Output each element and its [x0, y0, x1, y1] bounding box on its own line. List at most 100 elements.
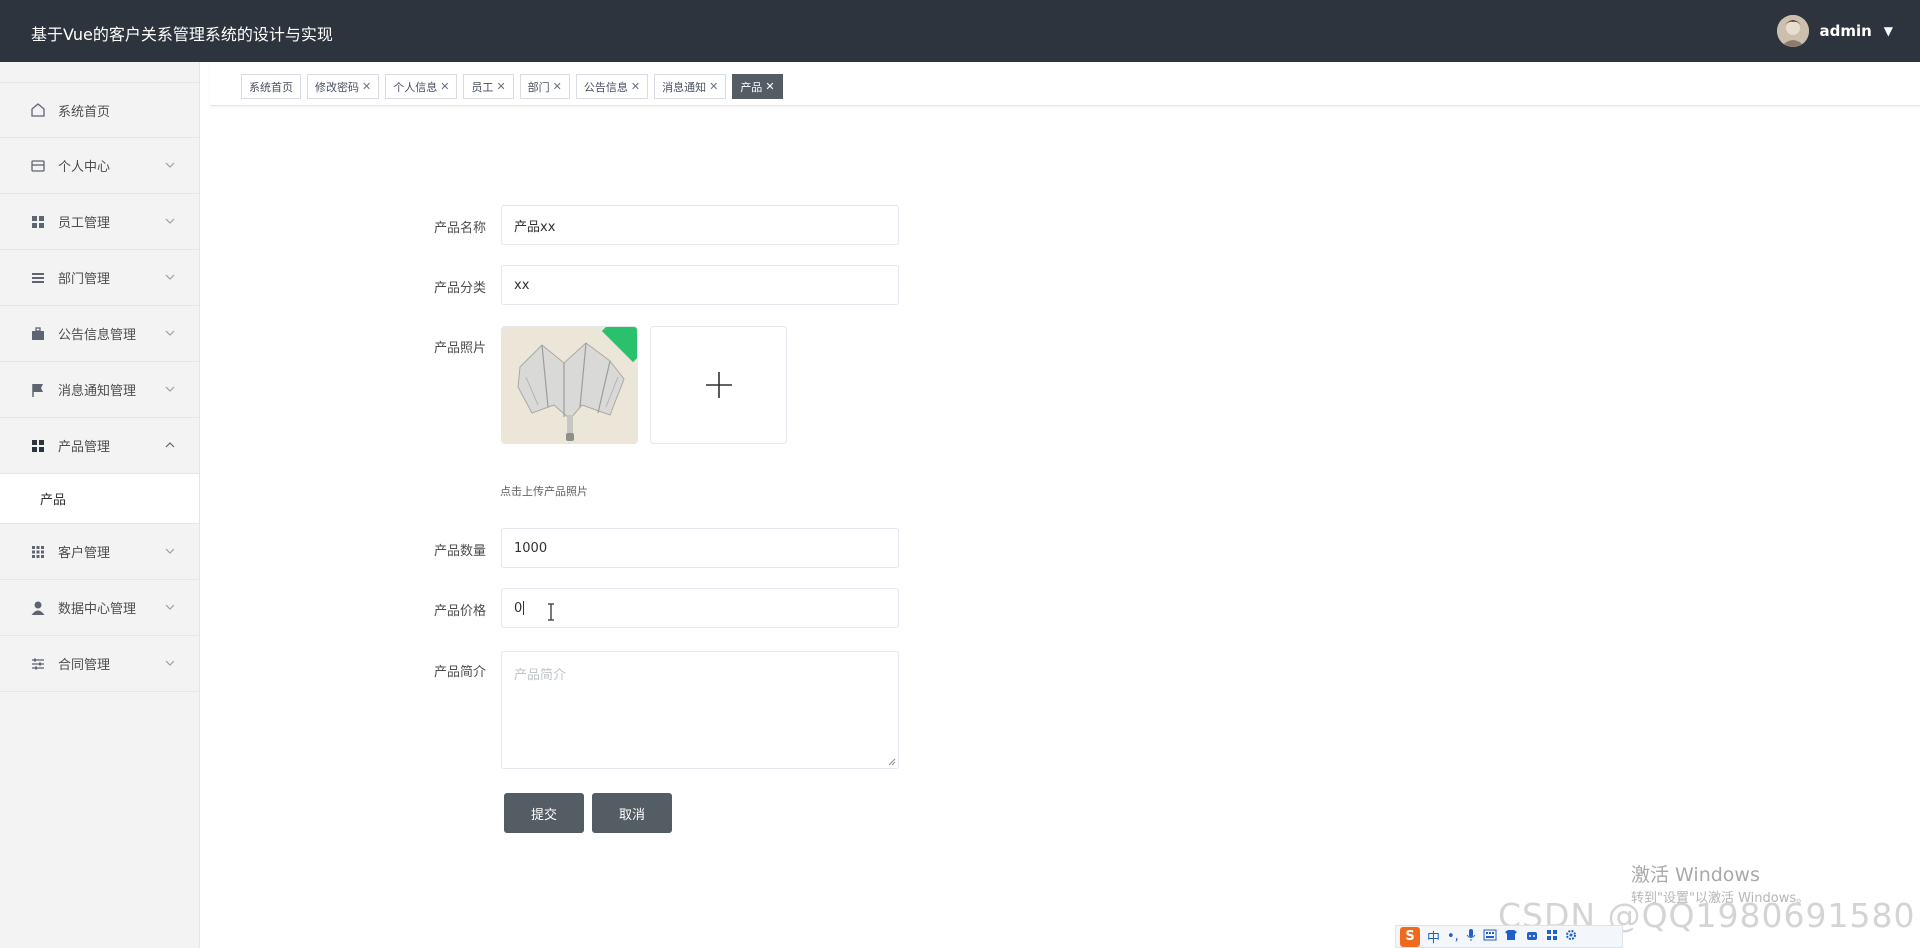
sidebar-item-message-management[interactable]: 消息通知管理 [0, 362, 199, 418]
flag-icon [30, 382, 46, 398]
close-icon[interactable]: ✕ [765, 80, 774, 93]
sidebar-item-label: 合同管理 [58, 658, 111, 673]
product-name-value: 产品xx [514, 219, 556, 235]
sidebar-item-label: 产品管理 [58, 440, 111, 455]
sidebar-item-product-management[interactable]: 产品管理 [0, 418, 199, 474]
close-icon[interactable]: ✕ [553, 80, 562, 93]
home-icon [30, 102, 46, 118]
sidebar-item-label: 客户管理 [58, 546, 111, 561]
tab-label: 公告信息 [583, 80, 628, 94]
list-icon [30, 270, 46, 286]
sidebar-item-announcement-management[interactable]: 公告信息管理 [0, 306, 199, 362]
user-menu[interactable]: admin ▼ [1777, 15, 1893, 47]
skin-icon[interactable] [1504, 929, 1518, 945]
ime-toolbar[interactable]: S 中 •, [1395, 925, 1623, 948]
chevron-down-icon [163, 158, 177, 172]
sidebar-item-customer-management[interactable]: 客户管理 [0, 524, 199, 580]
resize-handle-icon[interactable] [888, 758, 896, 766]
app-title: 基于Vue的客户关系管理系统的设计与实现 [31, 25, 333, 44]
tab-label: 消息通知 [662, 80, 707, 94]
tab-home[interactable]: 系统首页 [241, 74, 301, 99]
tab-label: 个人信息 [393, 80, 438, 94]
tab-label: 部门 [527, 80, 550, 94]
product-quantity-value: 1000 [514, 540, 548, 556]
briefcase-icon [30, 326, 46, 342]
tab-label: 产品 [740, 80, 763, 94]
sidebar-item-label: 部门管理 [58, 272, 111, 287]
apps-icon[interactable] [1546, 929, 1558, 945]
chevron-down-icon [163, 600, 177, 614]
sidebar-subitem-label: 产品 [40, 493, 67, 508]
sliders-icon [30, 656, 46, 672]
close-icon[interactable]: ✕ [440, 80, 449, 93]
chevron-down-icon [163, 326, 177, 340]
tab-message[interactable]: 消息通知 ✕ [654, 74, 727, 99]
sidebar-item-label: 系统首页 [58, 104, 111, 120]
ime-language-toggle[interactable]: 中 [1427, 927, 1440, 946]
sidebar-item-label: 公告信息管理 [58, 328, 137, 343]
text-caret [523, 601, 525, 615]
caret-down-icon[interactable]: ▼ [1884, 24, 1893, 38]
close-icon[interactable]: ✕ [709, 80, 718, 93]
close-icon[interactable]: ✕ [496, 80, 505, 93]
tab-product[interactable]: 产品 ✕ [732, 74, 783, 99]
submit-button[interactable]: 提交 [504, 793, 584, 833]
product-category-label: 产品分类 [434, 281, 487, 296]
settings-icon[interactable] [1565, 929, 1577, 945]
sidebar-item-data-center-management[interactable]: 数据中心管理 [0, 580, 199, 636]
wallet-icon [30, 158, 46, 174]
username[interactable]: admin [1819, 22, 1871, 40]
sidebar-item-label: 数据中心管理 [58, 602, 137, 617]
tab-announcement[interactable]: 公告信息 ✕ [575, 74, 649, 99]
chevron-up-icon [163, 438, 177, 452]
product-quantity-input[interactable]: 1000 [501, 528, 899, 568]
plus-icon [705, 372, 732, 398]
product-intro-label: 产品简介 [434, 665, 487, 680]
sidebar-item-personal-center[interactable]: 个人中心 [0, 138, 199, 194]
punctuation-icon[interactable]: •, [1447, 929, 1459, 944]
product-intro-placeholder: 产品简介 [514, 668, 567, 683]
chevron-down-icon [163, 656, 177, 670]
tab-personal-info[interactable]: 个人信息 ✕ [385, 74, 458, 99]
photo-upload-button[interactable] [650, 326, 787, 444]
tab-employee[interactable]: 员工 ✕ [463, 74, 514, 99]
product-photo-thumbnail[interactable] [501, 326, 638, 444]
product-intro-textarea[interactable]: 产品简介 [501, 651, 899, 769]
close-icon[interactable]: ✕ [631, 80, 640, 93]
grid-icon [30, 214, 46, 230]
sidebar-item-home[interactable]: 系统首页 [0, 82, 199, 138]
sidebar-item-contract-management[interactable]: 合同管理 [0, 636, 199, 692]
product-name-input[interactable]: 产品xx [501, 205, 899, 245]
sidebar-subitem-product[interactable]: 产品 [0, 474, 199, 524]
text-cursor-icon [548, 603, 554, 621]
sidebar-item-employee-management[interactable]: 员工管理 [0, 194, 199, 250]
product-photo-label: 产品照片 [434, 341, 487, 356]
product-category-input[interactable]: xx [501, 265, 899, 305]
product-price-label: 产品价格 [434, 604, 487, 619]
tab-list: 系统首页 修改密码 ✕ 个人信息 ✕ 员工 ✕ 部门 ✕ 公告信息 ✕ 消息通知 ✕ 产品 ✕ [241, 74, 783, 99]
product-name-label: 产品名称 [434, 221, 487, 236]
sidebar-item-label: 员工管理 [58, 216, 111, 231]
product-price-input[interactable]: 0 [501, 588, 899, 628]
sidebar: 系统首页 个人中心 员工管理 部门管理 公告信息管理 消息通知管理 产品管理 产… [0, 62, 200, 948]
microphone-icon[interactable] [1466, 928, 1476, 946]
chevron-down-icon [163, 214, 177, 228]
tab-change-password[interactable]: 修改密码 ✕ [307, 74, 380, 99]
chevron-down-icon [163, 544, 177, 558]
cancel-button[interactable]: 取消 [592, 793, 672, 833]
avatar[interactable] [1777, 15, 1810, 47]
sogou-logo-icon[interactable]: S [1400, 926, 1420, 947]
product-price-value: 0 [514, 600, 523, 616]
sidebar-item-label: 个人中心 [58, 160, 111, 175]
chevron-down-icon [163, 270, 177, 284]
tab-department[interactable]: 部门 ✕ [519, 74, 570, 99]
top-header: 基于Vue的客户关系管理系统的设计与实现 admin ▼ [0, 0, 1920, 62]
tab-label: 系统首页 [249, 80, 293, 94]
robot-icon[interactable] [1525, 929, 1539, 945]
photo-upload-hint: 点击上传产品照片 [500, 485, 588, 498]
close-icon[interactable]: ✕ [362, 80, 371, 93]
tags-view: 系统首页 修改密码 ✕ 个人信息 ✕ 员工 ✕ 部门 ✕ 公告信息 ✕ 消息通知 ✕ 产品 ✕ [210, 62, 1920, 106]
sidebar-item-department-management[interactable]: 部门管理 [0, 250, 199, 306]
apps-icon [30, 544, 46, 560]
keyboard-icon[interactable] [1483, 929, 1497, 945]
